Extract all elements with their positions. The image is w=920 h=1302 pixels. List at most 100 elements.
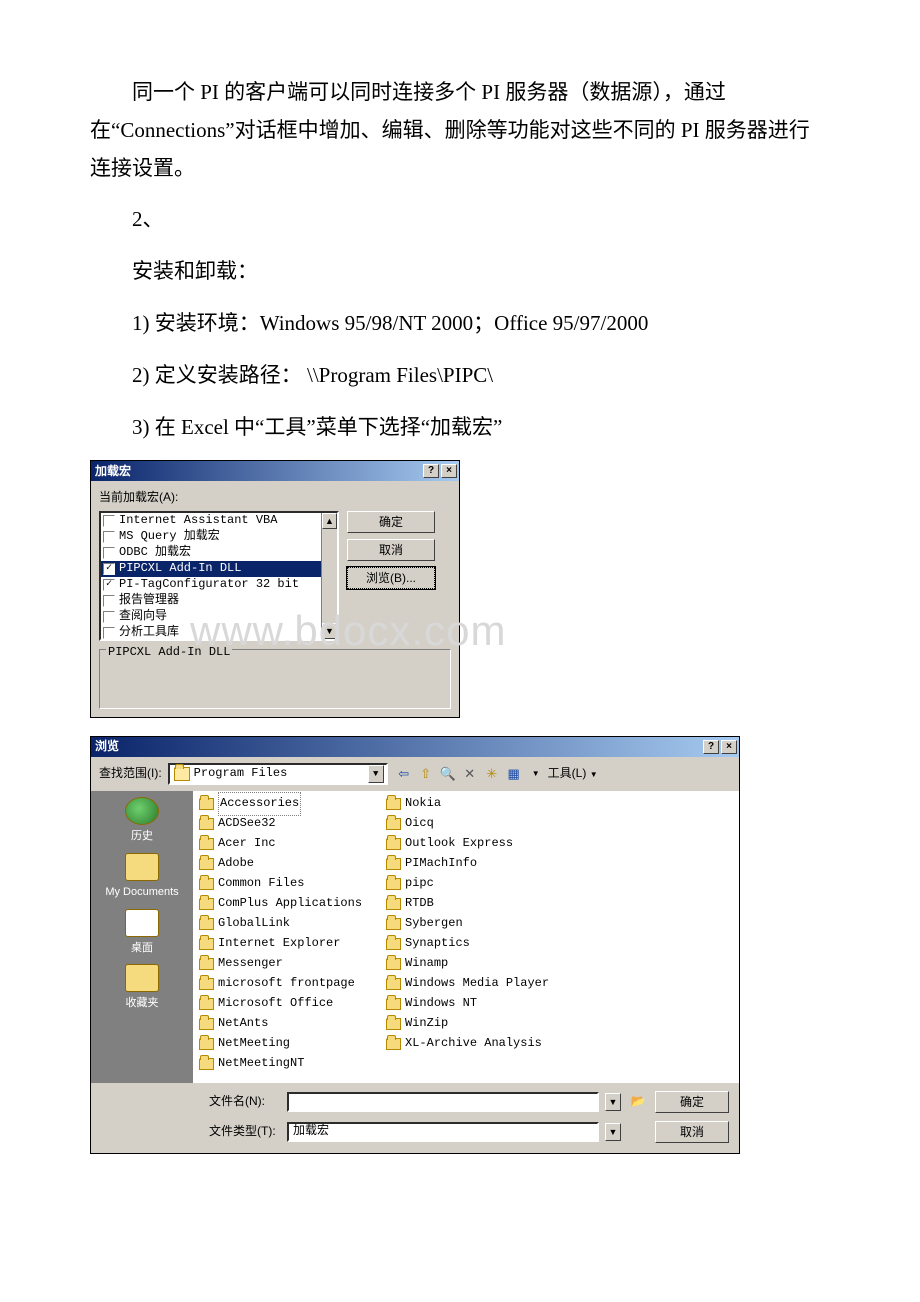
folder-item[interactable]: WinZip <box>386 1015 549 1033</box>
folder-item[interactable]: NetMeetingNT <box>199 1055 362 1073</box>
ok-button[interactable]: 确定 <box>347 511 435 533</box>
chevron-down-icon[interactable]: ▼ <box>368 765 384 783</box>
folder-item[interactable]: Winamp <box>386 955 549 973</box>
tools-menu[interactable]: 工具(L) ▼ <box>548 763 598 785</box>
folder-icon <box>199 858 214 870</box>
folder-item[interactable]: NetMeeting <box>199 1035 362 1053</box>
addins-title: 加载宏 <box>95 461 131 483</box>
folder-icon <box>199 938 214 950</box>
places-bar: 历史 My Documents 桌面 收藏夹 <box>91 791 193 1083</box>
folder-item[interactable]: pipc <box>386 875 549 893</box>
folder-icon <box>199 978 214 990</box>
file-list[interactable]: Accessories ACDSee32 Acer Inc Adobe Comm… <box>193 791 739 1083</box>
folder-icon <box>199 798 214 810</box>
views-dropdown-icon[interactable]: ▼ <box>526 764 546 784</box>
addins-dialog: 加载宏 ? × 当前加载宏(A): Internet Assistant VBA… <box>90 460 460 718</box>
folder-icon <box>386 918 401 930</box>
folder-item[interactable]: RTDB <box>386 895 549 913</box>
folder-item[interactable]: microsoft frontpage <box>199 975 362 993</box>
chevron-down-icon[interactable]: ▼ <box>605 1093 621 1111</box>
scroll-up-icon[interactable]: ▲ <box>322 513 337 529</box>
history-icon <box>125 797 159 825</box>
folder-item[interactable]: Synaptics <box>386 935 549 953</box>
folder-icon <box>125 853 159 881</box>
place-favorites[interactable]: 收藏夹 <box>125 964 159 1014</box>
back-icon[interactable]: ⇦ <box>394 764 414 784</box>
lookin-combo[interactable]: Program Files ▼ <box>168 763 388 785</box>
folder-item[interactable]: Internet Explorer <box>199 935 362 953</box>
help-icon[interactable]: ? <box>423 464 439 478</box>
new-folder-icon[interactable]: ✳ <box>482 764 502 784</box>
scroll-down-icon[interactable]: ▼ <box>322 623 337 639</box>
filename-label: 文件名(N): <box>209 1091 281 1113</box>
folder-item[interactable]: Messenger <box>199 955 362 973</box>
addin-description-group: PIPCXL Add-In DLL <box>99 649 451 709</box>
folder-icon <box>386 818 401 830</box>
place-mydocs[interactable]: My Documents <box>105 853 178 903</box>
folder-item[interactable]: Accessories <box>199 795 362 813</box>
help-icon[interactable]: ? <box>703 740 719 754</box>
search-icon[interactable]: 🔍 <box>438 764 458 784</box>
filetype-label: 文件类型(T): <box>209 1121 281 1143</box>
lookin-label: 查找范围(I): <box>99 763 162 785</box>
place-desktop[interactable]: 桌面 <box>125 909 159 959</box>
cancel-button[interactable]: 取消 <box>655 1121 729 1143</box>
folder-icon <box>199 958 214 970</box>
browse-title: 浏览 <box>95 736 119 758</box>
folder-item[interactable]: XL-Archive Analysis <box>386 1035 549 1053</box>
paragraph-2: 2、 <box>90 201 830 239</box>
folder-icon <box>174 767 190 781</box>
folder-item[interactable]: Adobe <box>199 855 362 873</box>
chevron-down-icon[interactable]: ▼ <box>605 1123 621 1141</box>
addins-titlebar[interactable]: 加载宏 ? × <box>91 461 459 481</box>
delete-icon[interactable]: ✕ <box>460 764 480 784</box>
paragraph-6: 3) 在 Excel 中“工具”菜单下选择“加载宏” <box>90 409 830 447</box>
place-history[interactable]: 历史 <box>125 797 159 847</box>
folder-item[interactable]: Microsoft Office <box>199 995 362 1013</box>
folder-icon <box>386 958 401 970</box>
folder-icon <box>386 1018 401 1030</box>
folder-item[interactable]: Outlook Express <box>386 835 549 853</box>
folder-icon <box>386 938 401 950</box>
up-folder-icon[interactable]: ⇧ <box>416 764 436 784</box>
folder-icon <box>386 858 401 870</box>
folder-icon <box>199 818 214 830</box>
cancel-button[interactable]: 取消 <box>347 539 435 561</box>
folder-item[interactable]: NetAnts <box>199 1015 362 1033</box>
browse-button[interactable]: 浏览(B)... <box>347 567 435 589</box>
folder-icon <box>386 838 401 850</box>
folder-item[interactable]: Windows Media Player <box>386 975 549 993</box>
folder-item[interactable]: Nokia <box>386 795 549 813</box>
close-icon[interactable]: × <box>441 464 457 478</box>
folder-icon <box>199 838 214 850</box>
folder-item[interactable]: Windows NT <box>386 995 549 1013</box>
filetype-select[interactable]: 加载宏 <box>287 1122 599 1142</box>
folder-icon <box>386 978 401 990</box>
folder-item[interactable]: ComPlus Applications <box>199 895 362 913</box>
desktop-icon <box>125 909 159 937</box>
addins-list-label: 当前加载宏(A): <box>99 487 451 509</box>
folder-item[interactable]: GlobalLink <box>199 915 362 933</box>
ok-button[interactable]: 确定 <box>655 1091 729 1113</box>
listbox-scrollbar[interactable]: ▲ ▼ <box>321 513 337 639</box>
addins-listbox[interactable]: Internet Assistant VBA MS Query 加载宏 ODBC… <box>99 511 339 641</box>
folder-item[interactable]: ACDSee32 <box>199 815 362 833</box>
views-icon[interactable]: ▦ <box>504 764 524 784</box>
browse-titlebar[interactable]: 浏览 ? × <box>91 737 739 757</box>
folder-item[interactable]: Acer Inc <box>199 835 362 853</box>
folder-icon <box>199 898 214 910</box>
folder-icon <box>199 1018 214 1030</box>
folder-icon <box>199 878 214 890</box>
paragraph-5: 2) 定义安装路径： \\Program Files\PIPC\ <box>90 357 830 395</box>
close-icon[interactable]: × <box>721 740 737 754</box>
folder-item[interactable]: Sybergen <box>386 915 549 933</box>
open-folder-icon[interactable]: 📂 <box>627 1091 649 1113</box>
paragraph-1: 同一个 PI 的客户端可以同时连接多个 PI 服务器（数据源），通过在“Conn… <box>90 74 830 187</box>
folder-item[interactable]: PIMachInfo <box>386 855 549 873</box>
folder-icon <box>386 1038 401 1050</box>
filename-input[interactable] <box>287 1092 599 1112</box>
folder-icon <box>386 798 401 810</box>
folder-item[interactable]: Common Files <box>199 875 362 893</box>
folder-item[interactable]: Oicq <box>386 815 549 833</box>
folder-icon <box>386 998 401 1010</box>
